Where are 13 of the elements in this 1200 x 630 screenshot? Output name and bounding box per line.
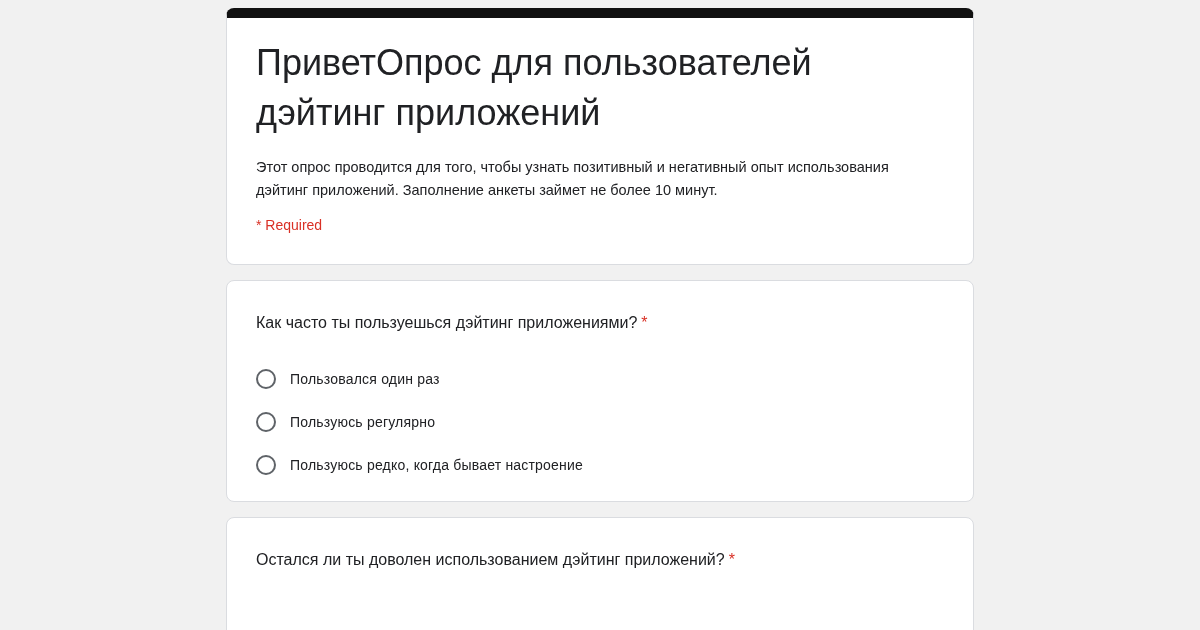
radio-button[interactable]	[256, 455, 276, 475]
required-note: * Required	[256, 217, 323, 233]
radio-option[interactable]: Пользовался один раз	[256, 369, 945, 389]
form-title: ПриветОпрос для пользователей дэйтинг приложений	[256, 41, 813, 135]
required-asterisk: *	[641, 313, 648, 333]
radio-option[interactable]: Пользуюсь регулярно	[256, 412, 945, 432]
radio-button[interactable]	[256, 369, 276, 389]
question-text: Как часто ты пользуешься дэйтинг приложениями?	[256, 313, 638, 333]
radio-button[interactable]	[256, 412, 276, 432]
required-asterisk: *	[728, 550, 735, 570]
form-description: Этот опрос проводится для того, чтобы узнать позитивный и негативный опыт использования дэйтинг приложений. Заполнение анкеты займет не более 10 минут.	[256, 158, 890, 200]
radio-option[interactable]: Пользуюсь редко, когда бывает настроение	[256, 455, 945, 475]
question-text: Остался ли ты доволен использованием дэйтинг приложений?	[256, 550, 725, 570]
